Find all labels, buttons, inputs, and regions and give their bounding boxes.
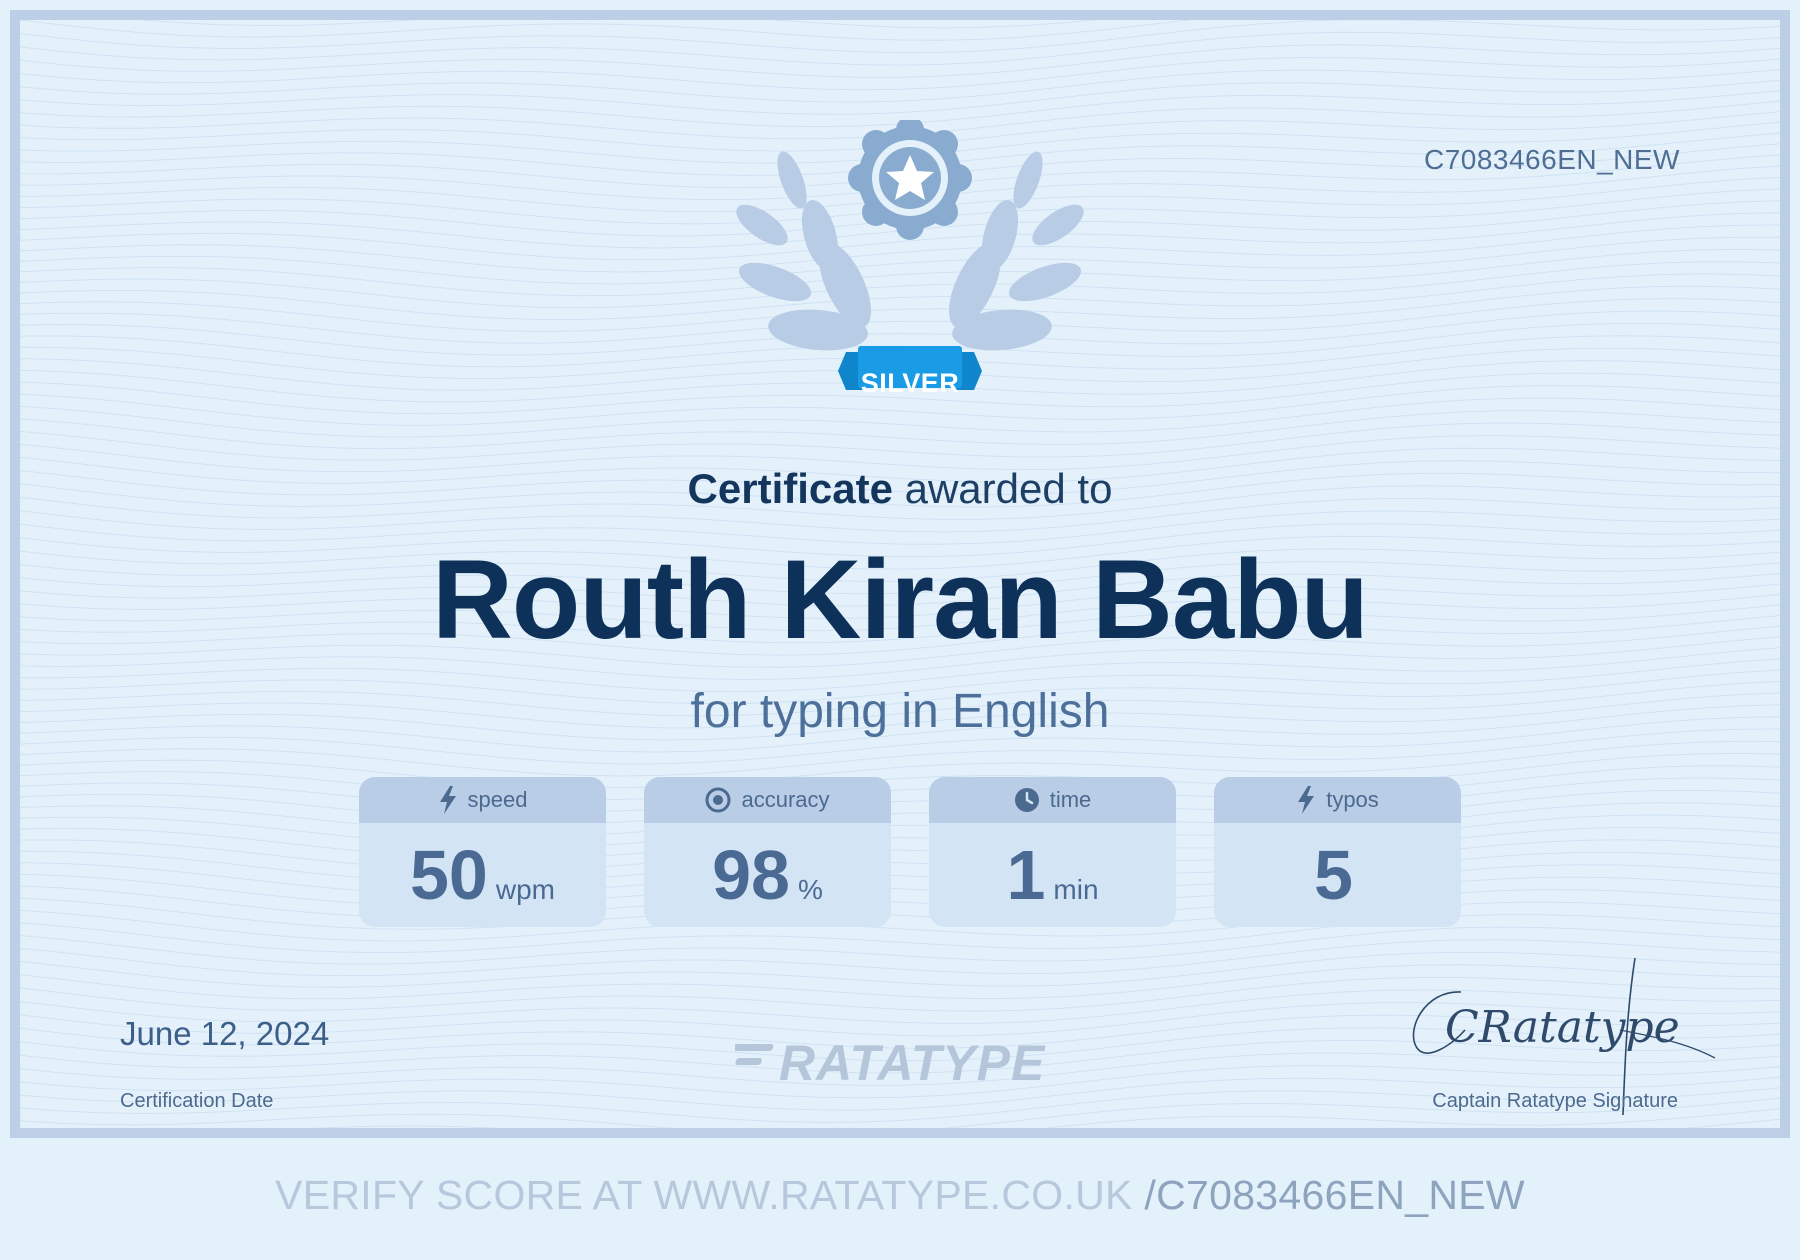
certificate-subject: for typing in English — [690, 685, 1110, 738]
clock-icon — [1014, 788, 1039, 812]
stat-card-accuracy: accuracy 98 % — [644, 777, 891, 927]
stat-value: 1 — [1006, 836, 1046, 914]
stat-label: typos — [1326, 787, 1379, 812]
level-badge: SILVER — [860, 368, 960, 398]
stat-header: speed — [359, 777, 606, 823]
certificate-heading-bold: Certificate — [687, 465, 893, 512]
lightning-icon — [1298, 786, 1315, 814]
target-icon — [705, 787, 731, 813]
stat-card-speed: speed 50 wpm — [359, 777, 606, 927]
stat-label: accuracy — [741, 787, 830, 812]
certificate: C7083466EN_NEW SILVER Certificate awarde… — [10, 10, 1790, 1138]
stat-value: 98 — [712, 836, 790, 914]
stat-card-typos: typos 5 — [1214, 777, 1461, 927]
stats-row: speed 50 wpm accuracy 98 % time 1 min ty… — [359, 777, 1461, 927]
stat-body: 98 % — [644, 823, 891, 927]
certificate-heading-rest: awarded to — [892, 465, 1113, 512]
stat-value: 5 — [1314, 836, 1353, 914]
recipient-name: Routh Kiran Babu — [432, 537, 1369, 662]
stat-body: 1 min — [929, 823, 1176, 927]
verify-code: /C7083466EN_NEW — [1144, 1172, 1525, 1218]
stat-header: time — [929, 777, 1176, 823]
stat-body: 5 — [1214, 823, 1461, 927]
stat-value: 50 — [410, 836, 488, 914]
stat-card-time: time 1 min — [929, 777, 1176, 927]
stat-header: accuracy — [644, 777, 891, 823]
lightning-icon — [439, 786, 456, 814]
verify-line: VERIFY SCORE AT WWW.RATATYPE.CO.UK /C708… — [0, 1172, 1800, 1219]
logo-text: RATATYPE — [779, 1035, 1046, 1091]
certificate-heading: Certificate awarded to — [20, 465, 1780, 513]
stat-unit: % — [797, 874, 823, 905]
certification-date-label: Certification Date — [120, 1090, 274, 1112]
stat-unit: wpm — [495, 874, 555, 905]
certification-date: June 12, 2024 — [120, 1015, 330, 1052]
stat-body: 50 wpm — [359, 823, 606, 927]
signature-label: Captain Ratatype Signature — [1432, 1090, 1678, 1112]
stat-unit: min — [1053, 874, 1099, 905]
certificate-id: C7083466EN_NEW — [1423, 144, 1680, 175]
stat-header: typos — [1214, 777, 1461, 823]
signature-text: CRatatype — [1445, 1002, 1680, 1053]
stat-label: time — [1049, 787, 1092, 812]
stat-label: speed — [467, 787, 528, 812]
verify-prefix: VERIFY SCORE AT WWW.RATATYPE.CO.UK — [275, 1172, 1145, 1218]
ratatype-logo: RATATYPE — [735, 1035, 1046, 1091]
